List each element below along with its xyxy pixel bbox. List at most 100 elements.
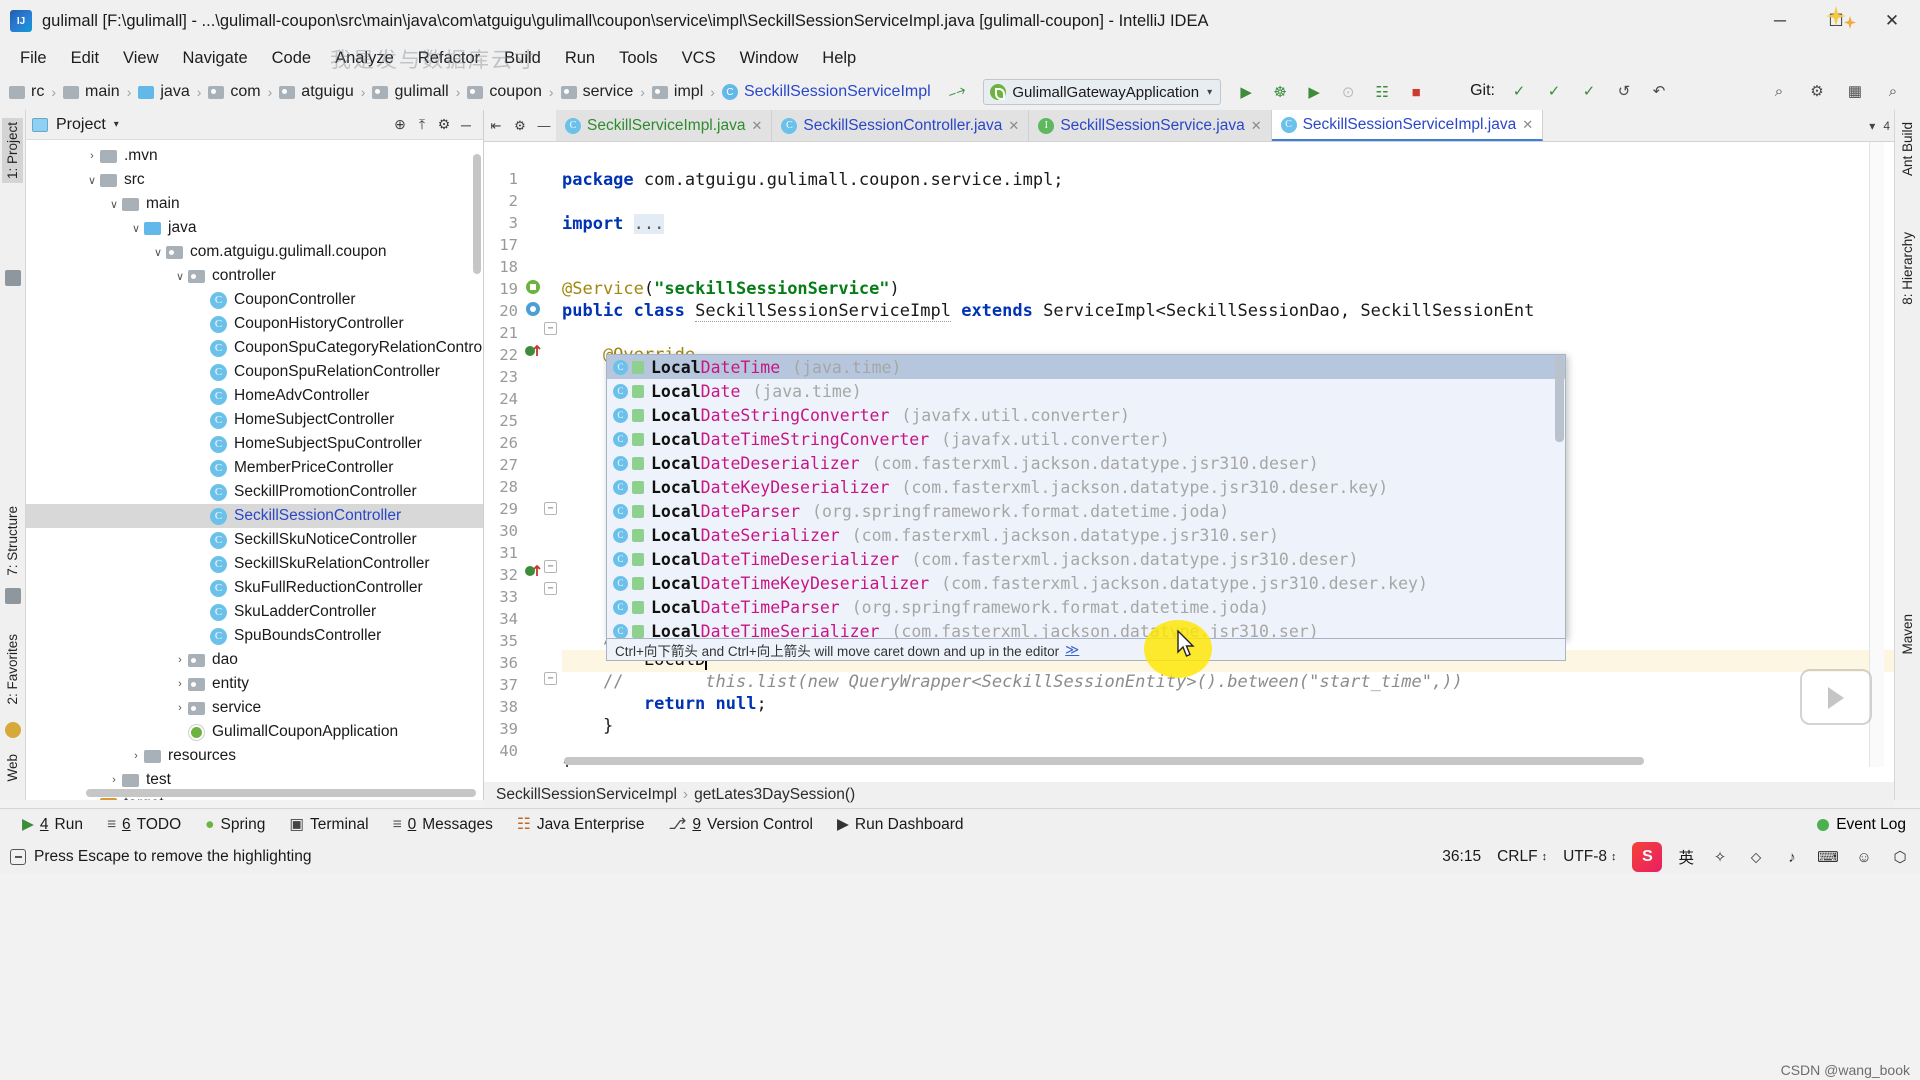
minimize-button[interactable]: ─ [1752, 0, 1808, 42]
tree-row[interactable]: ∨com.atguigu.gulimall.coupon [26, 240, 483, 264]
hide-icon[interactable]: ─ [455, 114, 477, 136]
caret-position[interactable]: 36:15 [1442, 848, 1481, 866]
chevron-right-icon[interactable]: › [106, 774, 122, 786]
code-fold-handle[interactable]: − [544, 560, 557, 573]
error-stripe-track[interactable] [1869, 142, 1884, 767]
search-icon[interactable]: ⌕ [1882, 80, 1904, 102]
chevron-right-icon[interactable]: › [84, 798, 100, 800]
close-icon[interactable]: ✕ [1522, 117, 1533, 133]
sidebar-item-structure[interactable]: 7: Structure [2, 502, 23, 580]
collapse-all-icon[interactable]: ⤒ [411, 114, 433, 136]
chevron-down-icon[interactable]: ∨ [150, 246, 166, 259]
tree-row[interactable]: ›service [26, 696, 483, 720]
locate-icon[interactable]: ⊕ [389, 114, 411, 136]
search-everywhere-icon[interactable]: ⌕ [1768, 80, 1790, 102]
menu-edit[interactable]: Edit [59, 46, 111, 71]
close-icon[interactable]: ✕ [1008, 118, 1019, 134]
tree-row[interactable]: ›resources [26, 744, 483, 768]
spring-bean-gutter-icon[interactable] [524, 300, 542, 318]
tab-seckill-service-impl[interactable]: C SeckillServiceImpl.java ✕ [556, 110, 772, 141]
menu-window[interactable]: Window [728, 46, 811, 71]
run-icon[interactable]: ▶ [1235, 81, 1257, 103]
sidebar-item-maven[interactable]: Maven [1897, 610, 1918, 659]
tree-row[interactable]: ›dao [26, 648, 483, 672]
tree-row[interactable]: CMemberPriceController [26, 456, 483, 480]
completion-scrollbar[interactable] [1555, 356, 1564, 442]
project-tree-horizontal-scrollbar[interactable] [86, 789, 476, 797]
chevron-right-icon[interactable]: › [128, 750, 144, 762]
tab-seckill-session-service-impl[interactable]: C SeckillSessionServiceImpl.java ✕ [1272, 110, 1544, 141]
tree-row[interactable]: CHomeAdvController [26, 384, 483, 408]
breadcrumb-class[interactable]: SeckillSessionServiceImpl [496, 786, 677, 804]
project-tree-vertical-scrollbar[interactable] [473, 154, 481, 274]
project-tree[interactable]: ›.mvn∨src∨main∨java∨com.atguigu.gulimall… [26, 140, 483, 800]
tree-row[interactable]: ∨src [26, 168, 483, 192]
editor-gutter[interactable]: 1231718192021222324252627282930313233343… [484, 142, 562, 767]
tree-row[interactable]: CSkuLadderController [26, 600, 483, 624]
close-button[interactable]: ✕ [1864, 0, 1920, 42]
ime-language-indicator[interactable]: 英 [1678, 846, 1694, 868]
profile-icon[interactable]: ⊙ [1337, 81, 1359, 103]
code-fold-handle[interactable]: − [544, 672, 557, 685]
menu-navigate[interactable]: Navigate [171, 46, 260, 71]
close-icon[interactable]: ✕ [1251, 118, 1262, 134]
tool-window-todo[interactable]: ≡ 6 TODO [95, 816, 193, 834]
tree-row[interactable]: ∨java [26, 216, 483, 240]
tab-list-icon[interactable]: ▾ [1869, 119, 1875, 133]
breadcrumb-item-main[interactable]: main [60, 83, 123, 101]
code-fold-handle[interactable]: − [544, 582, 557, 595]
sidebar-item-web[interactable]: Web [2, 750, 23, 786]
tree-row[interactable]: CHomeSubjectController [26, 408, 483, 432]
code-completion-popup[interactable]: CLocalDateTime(java.time)CLocalDate(java… [606, 354, 1566, 639]
chevron-down-icon[interactable]: ▾ [114, 119, 119, 130]
sidebar-item-favorites[interactable]: 2: Favorites [2, 630, 23, 709]
menu-file[interactable]: File [8, 46, 59, 71]
override-gutter-icon[interactable] [524, 342, 542, 360]
menu-refactor[interactable]: Refactor [406, 46, 492, 71]
run-with-coverage-icon[interactable]: ▶ [1303, 81, 1325, 103]
completion-item[interactable]: CLocalDate(java.time) [607, 379, 1565, 403]
tool-window-run-dashboard[interactable]: ▶ Run Dashboard [825, 815, 976, 834]
video-play-overlay-icon[interactable] [1800, 669, 1872, 725]
settings-icon[interactable]: ⚙ [1806, 80, 1828, 102]
completion-item[interactable]: CLocalDateTimeSerializer(com.fasterxml.j… [607, 619, 1565, 639]
git-update-icon[interactable]: ✓ [1508, 80, 1530, 102]
breadcrumb-method[interactable]: getLates3DaySession() [694, 786, 855, 804]
tree-row[interactable]: CSeckillPromotionController [26, 480, 483, 504]
chevron-down-icon[interactable]: ∨ [172, 270, 188, 283]
tab-seckill-session-service[interactable]: I SeckillSessionService.java ✕ [1029, 110, 1271, 141]
tree-row[interactable]: ∨main [26, 192, 483, 216]
tree-row[interactable]: CSkuFullReductionController [26, 576, 483, 600]
ime-tool-4-icon[interactable]: ⌨ [1818, 847, 1838, 867]
menu-run[interactable]: Run [553, 46, 607, 71]
project-structure-icon[interactable]: ▦ [1844, 80, 1866, 102]
breadcrumb-item-impl[interactable]: impl [649, 83, 706, 101]
sogou-ime-icon[interactable]: S [1632, 842, 1662, 872]
tool-window-spring[interactable]: ● Spring [193, 816, 277, 834]
tree-row[interactable]: ›entity [26, 672, 483, 696]
tree-row[interactable]: CSeckillSkuRelationController [26, 552, 483, 576]
completion-list[interactable]: CLocalDateTime(java.time)CLocalDate(java… [607, 355, 1565, 639]
ime-tool-2-icon[interactable]: ⬦ [1746, 847, 1766, 867]
completion-item[interactable]: CLocalDateTimeParser(org.springframework… [607, 595, 1565, 619]
breadcrumb-item-class[interactable]: C SeckillSessionServiceImpl [719, 83, 934, 101]
run-configuration-selector[interactable]: GulimallGatewayApplication ▾ [983, 79, 1221, 105]
tab-seckill-session-controller[interactable]: C SeckillSessionController.java ✕ [772, 110, 1029, 141]
breadcrumb-item-com[interactable]: com [205, 83, 263, 101]
tool-window-java-enterprise[interactable]: ☷ Java Enterprise [505, 815, 657, 834]
completion-item[interactable]: CLocalDateTimeDeserializer(com.fasterxml… [607, 547, 1565, 571]
tree-row[interactable]: GulimallCouponApplication [26, 720, 483, 744]
sidebar-item-ant-build[interactable]: Ant Build [1897, 118, 1918, 180]
breadcrumb-item-gulimall[interactable]: gulimall [369, 83, 451, 101]
breadcrumb-item-rc[interactable]: rc [6, 83, 47, 101]
completion-item[interactable]: CLocalDateSerializer(com.fasterxml.jacks… [607, 523, 1565, 547]
code-fold-handle[interactable]: − [544, 502, 557, 515]
completion-item[interactable]: CLocalDateTimeKeyDeserializer(com.faster… [607, 571, 1565, 595]
code-fold-handle[interactable]: − [544, 322, 557, 335]
attach-debugger-icon[interactable]: ☷ [1371, 81, 1393, 103]
tool-window-terminal[interactable]: ▣ Terminal [277, 815, 380, 834]
completion-item[interactable]: CLocalDateTimeStringConverter(javafx.uti… [607, 427, 1565, 451]
stop-icon[interactable]: ■ [1405, 81, 1427, 103]
breadcrumb-item-atguigu[interactable]: atguigu [276, 83, 357, 101]
menu-vcs[interactable]: VCS [670, 46, 728, 71]
